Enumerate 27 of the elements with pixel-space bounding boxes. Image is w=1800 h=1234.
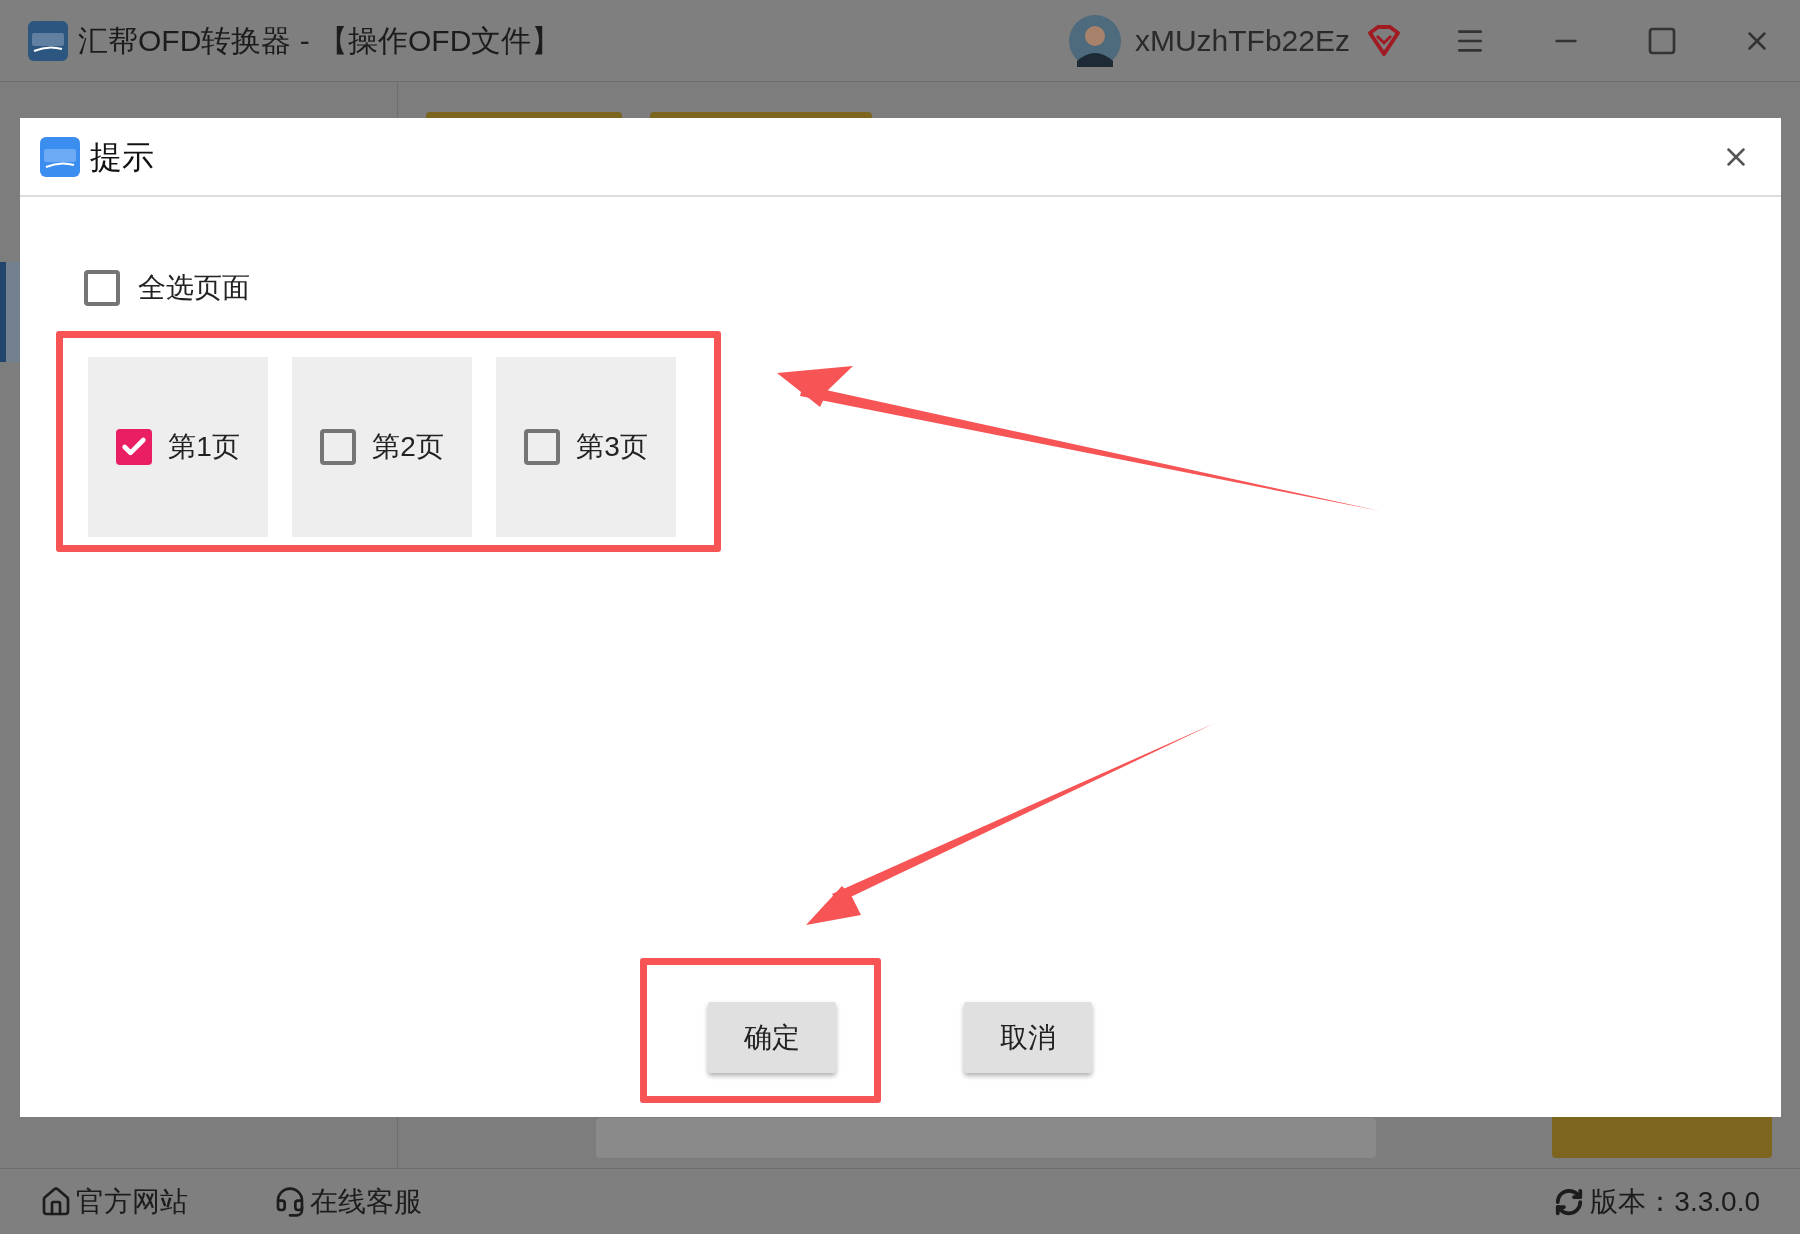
checkbox[interactable]	[84, 270, 120, 306]
page-label: 第1页	[168, 430, 240, 464]
page-label: 第2页	[372, 430, 444, 464]
page-label: 第3页	[576, 430, 648, 464]
page-card[interactable]: 第1页	[88, 357, 268, 537]
ofd-logo-icon	[40, 136, 80, 177]
page-card[interactable]: 第3页	[496, 357, 676, 537]
footer-link[interactable]: 在线客服	[274, 1180, 422, 1223]
page-card[interactable]: 第2页	[292, 357, 472, 537]
checkbox[interactable]	[116, 429, 153, 465]
username[interactable]: xMUzhTFb22Ez	[1134, 18, 1350, 63]
select-all-checkbox[interactable]: 全选页面	[84, 267, 1781, 309]
headset-icon	[274, 1185, 306, 1218]
ofd-logo-icon	[28, 20, 68, 61]
cancel-button[interactable]: 取消	[964, 1002, 1092, 1073]
dialog-title: 提示	[90, 137, 154, 177]
refresh-icon[interactable]	[1554, 1186, 1585, 1217]
window-title: 汇帮OFD转换器 - 【操作OFD文件】	[78, 23, 562, 59]
version-label: 版本：3.3.0.0	[1590, 1184, 1760, 1219]
diamond-icon[interactable]	[1366, 24, 1402, 57]
footer-link[interactable]: 官方网站	[40, 1180, 188, 1223]
confirm-button[interactable]: 确定	[708, 1002, 836, 1073]
avatar-icon[interactable]	[1068, 14, 1121, 67]
checkbox[interactable]	[320, 429, 357, 465]
output-path-field[interactable]	[596, 1118, 1376, 1158]
home-icon	[40, 1185, 72, 1218]
checkbox[interactable]	[524, 429, 561, 465]
